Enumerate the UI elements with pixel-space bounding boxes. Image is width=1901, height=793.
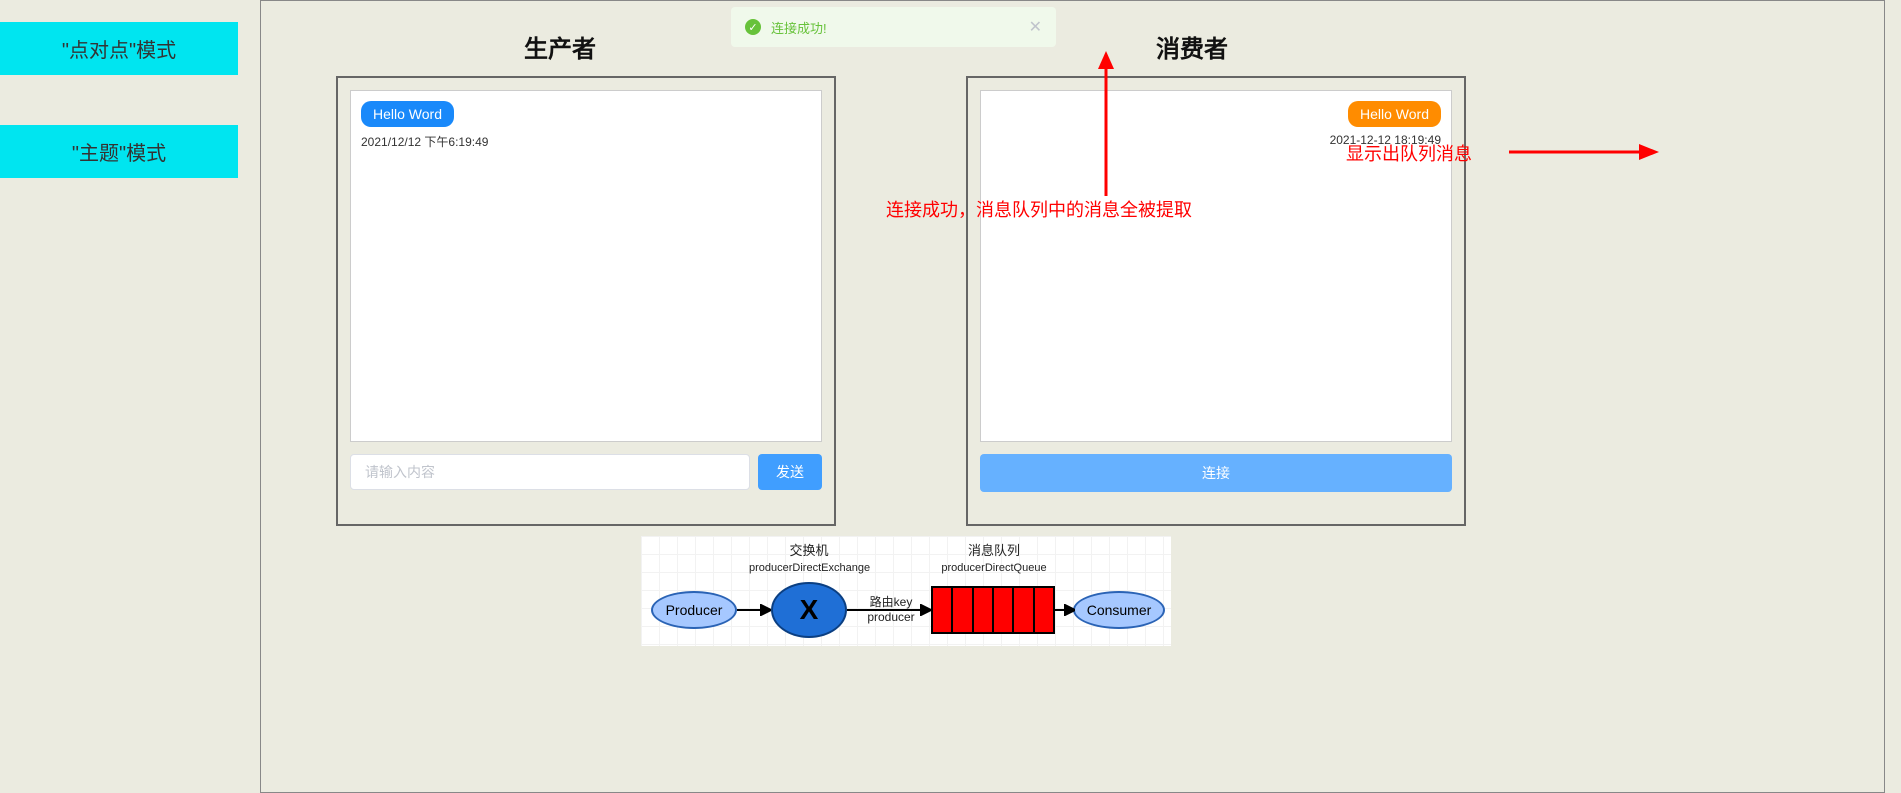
arrow-right-icon [1509, 137, 1659, 167]
producer-message-bubble: Hello Word [361, 101, 454, 127]
producer-title: 生产者 [524, 29, 596, 64]
sidebar: "点对点"模式 "主题"模式 [0, 0, 240, 178]
consumer-title: 消费者 [1156, 29, 1228, 64]
arrow-icon [737, 604, 771, 616]
consumer-message-item: Hello Word 2021-12-12 18:19:49 [991, 101, 1441, 147]
connect-button[interactable]: 连接 [980, 454, 1452, 492]
mode-p2p-button[interactable]: "点对点"模式 [0, 22, 238, 75]
consumer-messages: Hello Word 2021-12-12 18:19:49 [980, 90, 1452, 442]
toast-text: 连接成功! [771, 18, 827, 37]
producer-input-row: 发送 [350, 454, 822, 490]
producer-input[interactable] [350, 454, 750, 490]
producer-message-item: Hello Word 2021/12/12 下午6:19:49 [361, 101, 811, 150]
check-icon: ✓ [745, 19, 761, 35]
arrow-icon [847, 604, 931, 616]
exchange-label: 交换机 producerDirectExchange [749, 540, 869, 574]
consumer-message-timestamp: 2021-12-12 18:19:49 [991, 133, 1441, 147]
close-icon[interactable]: ✕ [1029, 17, 1042, 37]
exchange-node: X [771, 582, 847, 638]
producer-node: Producer [651, 591, 737, 629]
queue-label: 消息队列 producerDirectQueue [929, 540, 1059, 574]
producer-messages: Hello Word 2021/12/12 下午6:19:49 [350, 90, 822, 442]
success-toast: ✓ 连接成功! ✕ [731, 7, 1056, 47]
architecture-diagram: 交换机 producerDirectExchange 消息队列 producer… [641, 536, 1171, 646]
consumer-node: Consumer [1073, 591, 1165, 629]
arrow-icon [1055, 604, 1075, 616]
consumer-message-bubble: Hello Word [1348, 101, 1441, 127]
send-button[interactable]: 发送 [758, 454, 822, 490]
queue-node [931, 586, 1055, 634]
mode-topic-button[interactable]: "主题"模式 [0, 125, 238, 178]
main-panel: 生产者 消费者 ✓ 连接成功! ✕ Hello Word 2021/12/12 … [260, 0, 1885, 793]
producer-message-timestamp: 2021/12/12 下午6:19:49 [361, 133, 811, 150]
producer-panel: Hello Word 2021/12/12 下午6:19:49 发送 [336, 76, 836, 526]
consumer-panel: Hello Word 2021-12-12 18:19:49 连接 [966, 76, 1466, 526]
